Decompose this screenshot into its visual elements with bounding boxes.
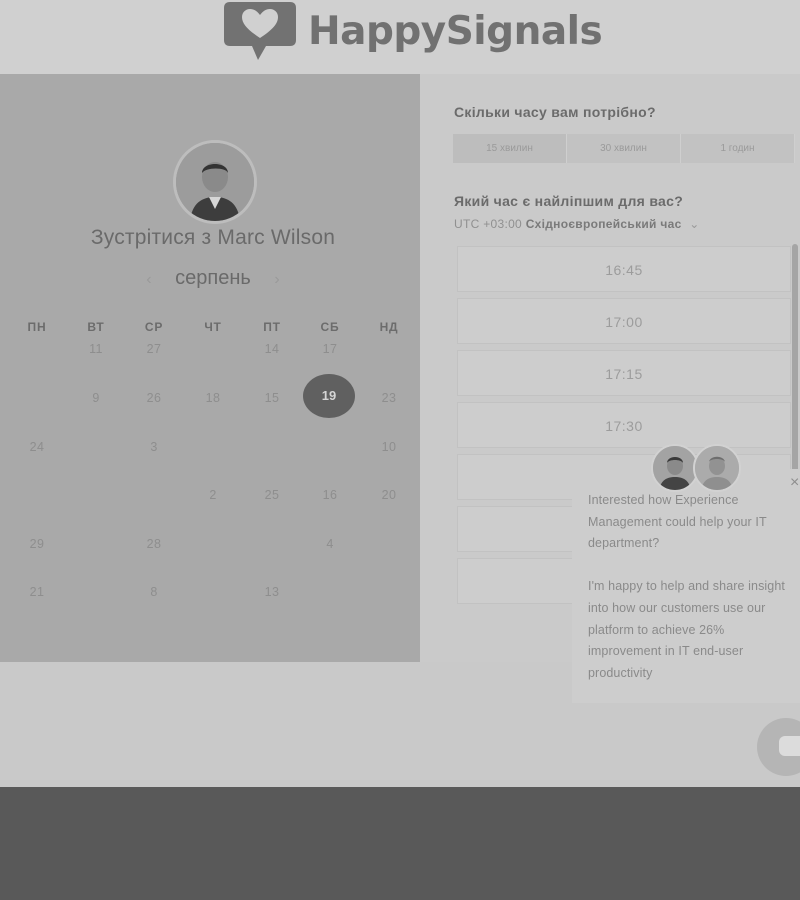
chat-message: Interested how Experience Management cou… — [588, 490, 800, 706]
calendar-panel: Зустрітися з Marc Wilson ‹ серпень › ПН … — [0, 74, 420, 662]
duration-selector: 15 хвилин 30 хвилин 1 годин — [453, 134, 795, 163]
calendar-day[interactable]: 2 — [188, 488, 238, 502]
person-photo-icon — [695, 446, 739, 490]
calendar-day[interactable]: 25 — [247, 488, 297, 502]
weekday-header: СР — [144, 320, 164, 334]
calendar-day[interactable]: 8 — [129, 585, 179, 599]
host-avatar — [173, 140, 257, 224]
selected-day[interactable]: 19 — [303, 374, 355, 418]
next-month-button[interactable]: › — [274, 271, 279, 289]
calendar-day[interactable]: 21 — [12, 585, 62, 599]
calendar-day[interactable]: 28 — [129, 537, 179, 551]
prev-month-button[interactable]: ‹ — [146, 271, 151, 289]
weekday-header: ПТ — [263, 320, 281, 334]
timezone-offset: UTC +03:00 — [454, 217, 523, 231]
timezone-name: Східноєвропейський час — [525, 217, 682, 231]
calendar-day[interactable]: 14 — [247, 342, 297, 356]
timezone-selector[interactable]: UTC +03:00 Східноєвропейський час ⌄ — [454, 217, 700, 231]
calendar-day[interactable]: 29 — [12, 537, 62, 551]
calendar-day[interactable]: 26 — [129, 391, 179, 405]
duration-option-15[interactable]: 15 хвилин — [453, 134, 567, 163]
weekday-header: ЧТ — [204, 320, 222, 334]
agent-avatar — [693, 444, 741, 492]
calendar-day[interactable]: 24 — [12, 440, 62, 454]
header: HappySignals — [0, 0, 800, 74]
chat-paragraph: I'm happy to help and share insight into… — [588, 579, 785, 680]
page: HappySignals Зустрітися з Marc Wilson ‹ … — [0, 0, 800, 787]
meeting-title: Зустрітися з Marc Wilson — [90, 226, 336, 249]
month-label: серпень — [175, 267, 251, 289]
weekday-header: ПН — [27, 320, 47, 334]
calendar-day[interactable]: 16 — [305, 488, 355, 502]
time-slot[interactable]: 17:00 — [457, 298, 791, 344]
calendar-day[interactable]: 9 — [71, 391, 121, 405]
month-navigation: ‹ серпень › — [0, 267, 426, 290]
calendar-day[interactable]: 10 — [364, 440, 414, 454]
person-photo-icon — [176, 143, 254, 221]
calendar-day[interactable]: 15 — [247, 391, 297, 405]
calendar-day[interactable]: 11 — [71, 342, 121, 356]
brand-logo[interactable]: HappySignals — [222, 0, 603, 62]
chevron-down-icon: ⌄ — [689, 217, 700, 231]
calendar-day[interactable]: 3 — [129, 440, 179, 454]
chat-bubble-icon — [779, 736, 800, 756]
duration-option-60[interactable]: 1 годин — [681, 134, 795, 163]
calendar-day[interactable]: 4 — [305, 537, 355, 551]
time-slot[interactable]: 17:30 — [457, 402, 791, 448]
calendar-day[interactable]: 27 — [129, 342, 179, 356]
brand-name: HappySignals — [308, 8, 603, 54]
calendar-day[interactable]: 18 — [188, 391, 238, 405]
calendar-day[interactable]: 13 — [247, 585, 297, 599]
heart-bubble-icon — [224, 2, 296, 60]
calendar-day[interactable]: 17 — [305, 342, 355, 356]
duration-option-30[interactable]: 30 хвилин — [567, 134, 681, 163]
person-photo-icon — [653, 446, 697, 490]
calendar-day[interactable]: 20 — [364, 488, 414, 502]
footer — [0, 787, 800, 900]
chat-launcher-button[interactable] — [757, 718, 800, 776]
weekday-header: ВТ — [87, 320, 105, 334]
weekday-header: НД — [379, 320, 399, 334]
chat-paragraph: Interested how Experience Management cou… — [588, 493, 767, 551]
duration-question: Скільки часу вам потрібно? — [454, 104, 656, 120]
weekday-header: СБ — [320, 320, 340, 334]
time-question: Який час є найліпшим для вас? — [454, 193, 684, 209]
agent-avatar — [651, 444, 699, 492]
time-slot[interactable]: 17:15 — [457, 350, 791, 396]
time-slot[interactable]: 16:45 — [457, 246, 791, 292]
calendar-day[interactable]: 23 — [364, 391, 414, 405]
